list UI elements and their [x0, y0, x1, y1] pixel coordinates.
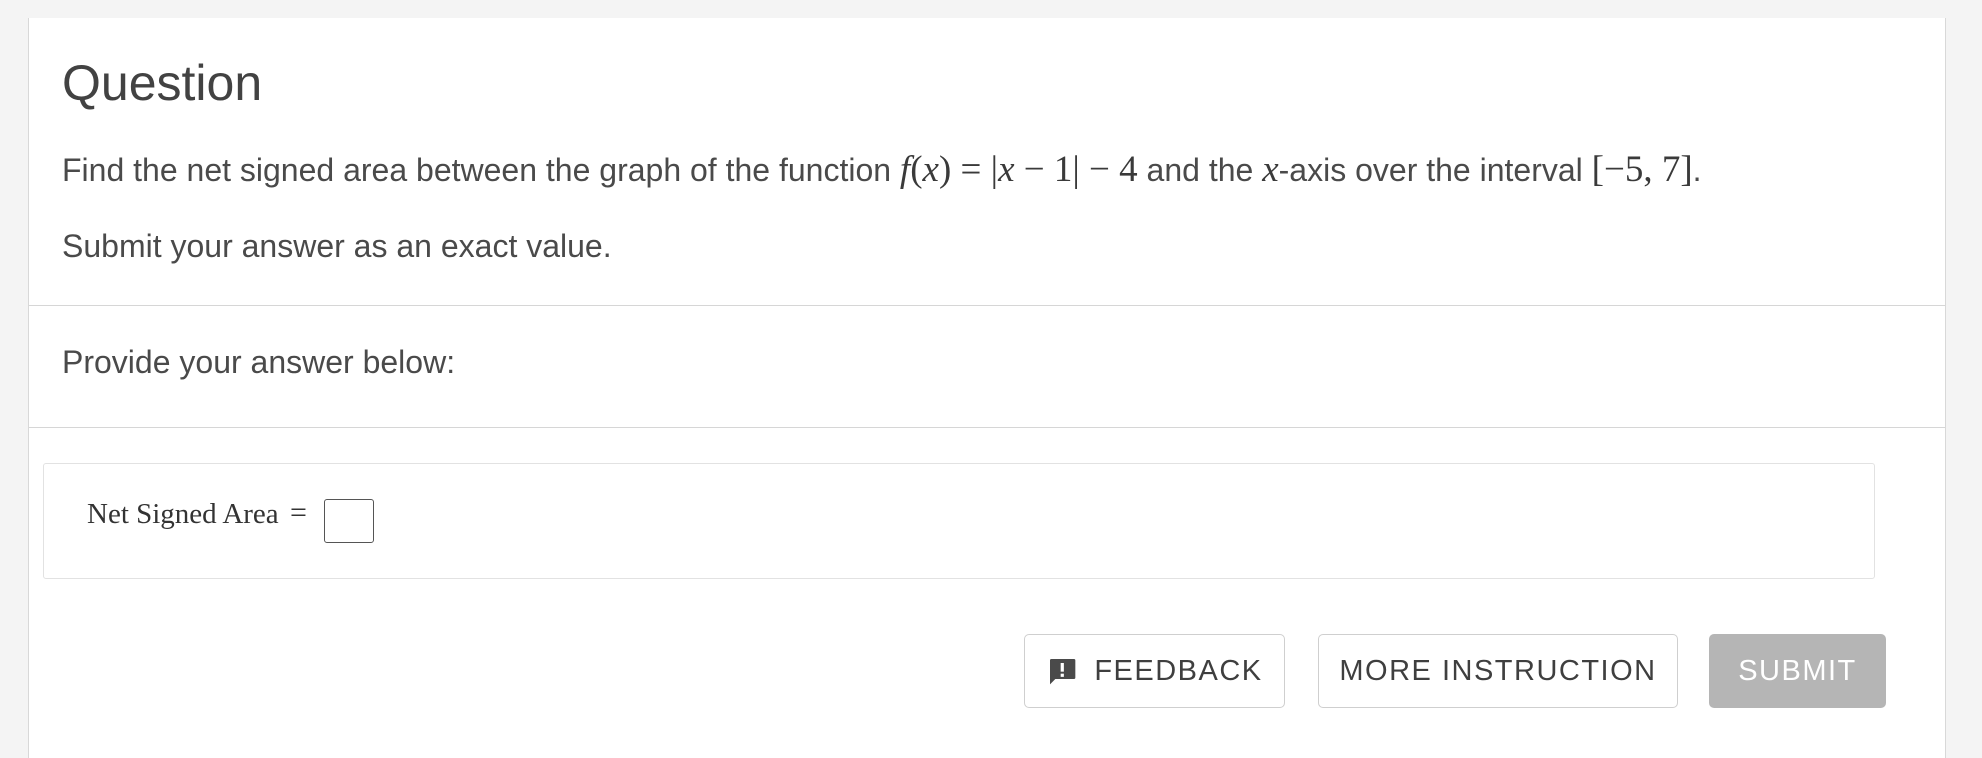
feedback-button[interactable]: FEEDBACK — [1024, 634, 1285, 708]
question-text: Find the net signed area between the gra… — [62, 148, 1702, 191]
axis-var: x — [1262, 149, 1279, 190]
function-rest: − 1| − 4 — [1014, 149, 1138, 190]
function-var: x — [998, 149, 1015, 190]
function-body: = | — [951, 149, 999, 190]
question-text-end: . — [1692, 152, 1702, 188]
submit-button-label: SUBMIT — [1738, 654, 1857, 687]
answer-prompt-section: Provide your answer below: — [29, 306, 1945, 428]
more-instruction-button-label: MORE INSTRUCTION — [1339, 654, 1657, 687]
function-name: f — [899, 149, 911, 190]
question-title: Question — [62, 55, 263, 111]
function-expression: f(x) = |x − 1| − 4 — [899, 149, 1138, 190]
more-instruction-button[interactable]: MORE INSTRUCTION — [1318, 634, 1678, 708]
question-text-middle: and the — [1137, 152, 1263, 188]
function-arg: x — [922, 149, 939, 190]
answer-box: Net Signed Area = — [43, 463, 1875, 579]
feedback-exclamation-icon — [1050, 659, 1076, 685]
question-instruction: Submit your answer as an exact value. — [62, 228, 612, 264]
answer-label: Net Signed Area — [87, 498, 279, 530]
question-text-before: Find the net signed area between the gra… — [62, 152, 900, 188]
answer-equals: = — [290, 496, 307, 529]
answer-prompt: Provide your answer below: — [62, 344, 456, 380]
submit-button[interactable]: SUBMIT — [1709, 634, 1886, 708]
interval: [−5, 7] — [1591, 149, 1693, 190]
net-signed-area-input[interactable] — [324, 499, 374, 543]
question-text-after: -axis over the interval — [1278, 152, 1592, 188]
question-section: Question Find the net signed area betwee… — [29, 18, 1945, 306]
feedback-button-label: FEEDBACK — [1094, 654, 1263, 687]
